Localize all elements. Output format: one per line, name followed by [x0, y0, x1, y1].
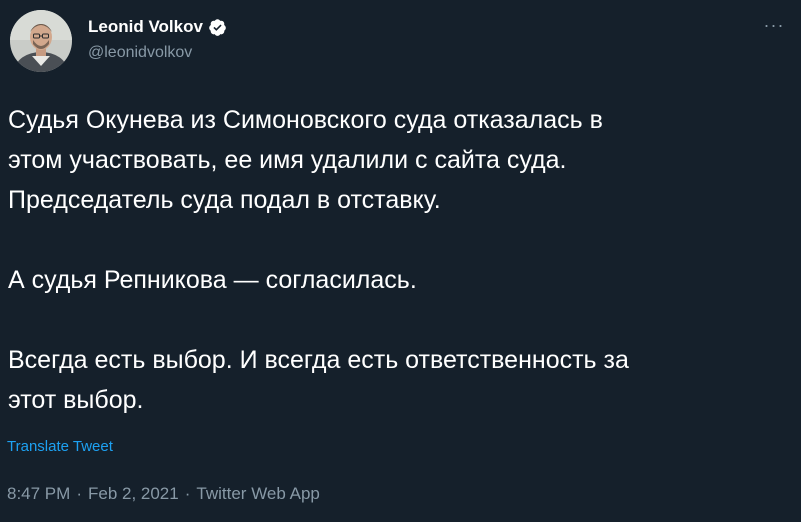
tweet-meta: 8:47 PM · Feb 2, 2021 · Twitter Web App [7, 484, 320, 504]
more-dots-icon: ··· [763, 15, 785, 35]
user-info: Leonid Volkov @leonidvolkov [88, 14, 227, 62]
user-handle[interactable]: @leonidvolkov [88, 44, 227, 62]
tweet-paragraph-3: Всегда есть выбор. И всегда есть ответст… [8, 346, 629, 414]
translate-tweet-link[interactable]: Translate Tweet [7, 438, 113, 455]
tweet-text: Судья Окунева из Симоновского суда отказ… [8, 100, 793, 420]
tweet-paragraph-1: Судья Окунева из Симоновского суда отказ… [8, 106, 603, 214]
avatar-photo-icon [10, 10, 72, 72]
more-options-button[interactable]: ··· [757, 16, 791, 38]
tweet-header: Leonid Volkov @leonidvolkov ··· [10, 10, 791, 78]
avatar[interactable] [10, 10, 72, 72]
meta-separator: · [76, 484, 82, 503]
tweet-date[interactable]: Feb 2, 2021 [88, 484, 179, 504]
meta-separator: · [184, 484, 191, 503]
display-name-row: Leonid Volkov [88, 14, 227, 40]
tweet-time[interactable]: 8:47 PM [7, 484, 70, 504]
verified-badge-icon [208, 18, 227, 37]
display-name[interactable]: Leonid Volkov [88, 17, 203, 37]
tweet-paragraph-2: А судья Репникова — согласилась. [8, 266, 417, 294]
tweet-source[interactable]: Twitter Web App [196, 484, 319, 504]
